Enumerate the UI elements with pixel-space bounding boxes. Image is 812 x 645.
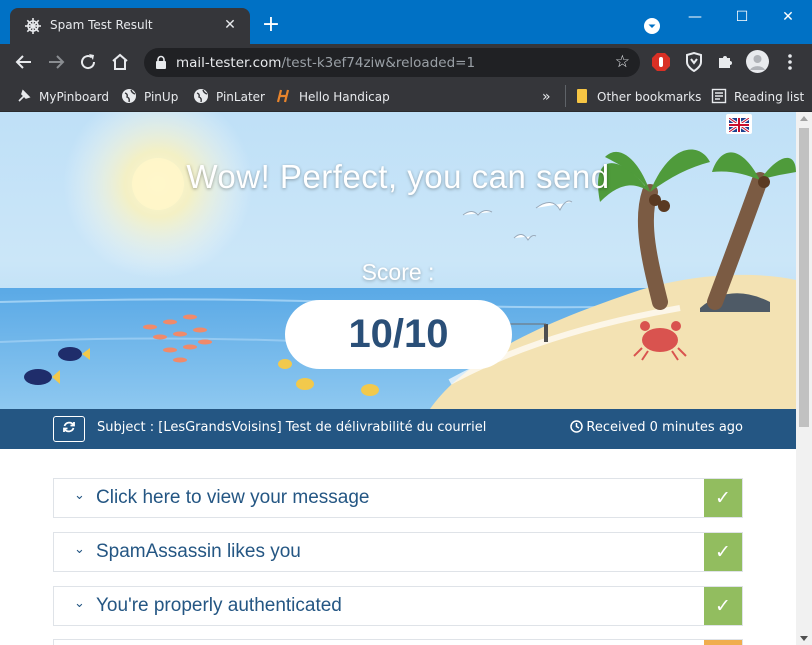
check-icon: ✓ (704, 479, 742, 517)
globe-icon (122, 89, 136, 103)
result-label: Click here to view your message (96, 487, 370, 508)
bookmark-hello-handicap[interactable]: Hello Handicap (276, 87, 390, 107)
bookmark-mypinboard[interactable]: MyPinboard (16, 87, 109, 107)
seagull-icons (462, 200, 573, 241)
tab-search-icon[interactable] (644, 18, 660, 34)
page-scrollbar[interactable] (796, 112, 812, 645)
bookmarks-overflow-chevron[interactable]: » (542, 87, 551, 107)
result-next-partial[interactable] (53, 639, 743, 645)
chevron-down-icon: ⌄ (74, 596, 85, 611)
ship-wheel-icon (25, 18, 41, 34)
forward-icon[interactable] (44, 50, 68, 74)
email-subject: Subject : [LesGrandsVoisins] Test de dél… (97, 420, 487, 435)
scrollbar-thumb[interactable] (799, 128, 809, 427)
score-value: 10/10 (285, 300, 512, 369)
check-icon: ✓ (704, 533, 742, 571)
url-text: mail-tester.com/test-k3ef74ziw&reloaded=… (176, 55, 476, 71)
clock-icon (570, 420, 584, 433)
browser-toolbar: mail-tester.com/test-k3ef74ziw&reloaded=… (0, 44, 812, 81)
chevron-down-icon: ⌄ (74, 488, 85, 503)
globe-icon (194, 89, 208, 103)
subject-bar: Subject : [LesGrandsVoisins] Test de dél… (0, 409, 796, 449)
refresh-icon (63, 421, 75, 433)
reading-list[interactable]: Reading list (711, 87, 804, 107)
score-label: Score : (361, 259, 435, 285)
lock-icon (156, 55, 166, 69)
received-time: Received 0 minutes ago (570, 420, 743, 435)
tab-close-icon[interactable]: ✕ (220, 15, 240, 35)
bookmark-pinlater[interactable]: PinLater (193, 87, 265, 107)
page-viewport: Wow! Perfect, you can send Score : 10/10… (0, 112, 812, 645)
extensions-puzzle-icon[interactable] (715, 52, 735, 72)
shield-extension-icon[interactable] (684, 52, 704, 72)
bookmarks-bar: MyPinboard PinUp PinLater Hello Handicap… (0, 81, 812, 112)
home-icon[interactable] (108, 50, 132, 74)
result-label: You're properly authenticated (96, 595, 342, 616)
close-window-icon[interactable]: ✕ (773, 6, 803, 28)
folder-icon (577, 89, 587, 103)
adblock-icon[interactable] (651, 52, 671, 72)
tab-title: Spam Test Result (50, 18, 153, 32)
minimize-icon[interactable]: — (680, 6, 710, 28)
handicap-h-icon (276, 89, 290, 103)
new-tab-icon[interactable]: + (260, 14, 282, 36)
result-spamassassin[interactable]: ⌄ SpamAssassin likes you ✓ (53, 532, 743, 572)
refresh-button[interactable] (53, 416, 85, 442)
bookmark-pinup[interactable]: PinUp (121, 87, 178, 107)
result-authentication[interactable]: ⌄ You're properly authenticated ✓ (53, 586, 743, 626)
bookmarks-divider (565, 85, 566, 107)
scroll-up-icon[interactable] (800, 116, 808, 121)
hero-banner: Wow! Perfect, you can send Score : 10/10 (0, 112, 796, 409)
back-icon[interactable] (12, 50, 36, 74)
check-icon: ✓ (704, 587, 742, 625)
result-headline: Wow! Perfect, you can send (186, 158, 610, 195)
browser-menu-icon[interactable] (778, 50, 802, 74)
reading-list-icon (711, 88, 727, 104)
result-view-message[interactable]: ⌄ Click here to view your message ✓ (53, 478, 743, 518)
chevron-down-icon: ⌄ (74, 542, 85, 557)
warning-status-badge (704, 640, 742, 645)
uk-flag-icon[interactable] (726, 114, 752, 134)
pin-icon (18, 89, 31, 102)
result-label: SpamAssassin likes you (96, 541, 301, 562)
browser-tab[interactable]: Spam Test Result ✕ (10, 8, 250, 44)
other-bookmarks[interactable]: Other bookmarks (574, 87, 701, 107)
bookmark-star-icon[interactable]: ☆ (615, 52, 630, 72)
reload-icon[interactable] (76, 50, 100, 74)
scroll-down-icon[interactable] (800, 636, 808, 641)
maximize-icon[interactable]: ☐ (727, 6, 757, 28)
browser-tab-bar: Spam Test Result ✕ + — ☐ ✕ (0, 0, 812, 44)
address-bar[interactable]: mail-tester.com/test-k3ef74ziw&reloaded=… (144, 48, 640, 77)
profile-avatar-icon[interactable] (746, 50, 769, 73)
